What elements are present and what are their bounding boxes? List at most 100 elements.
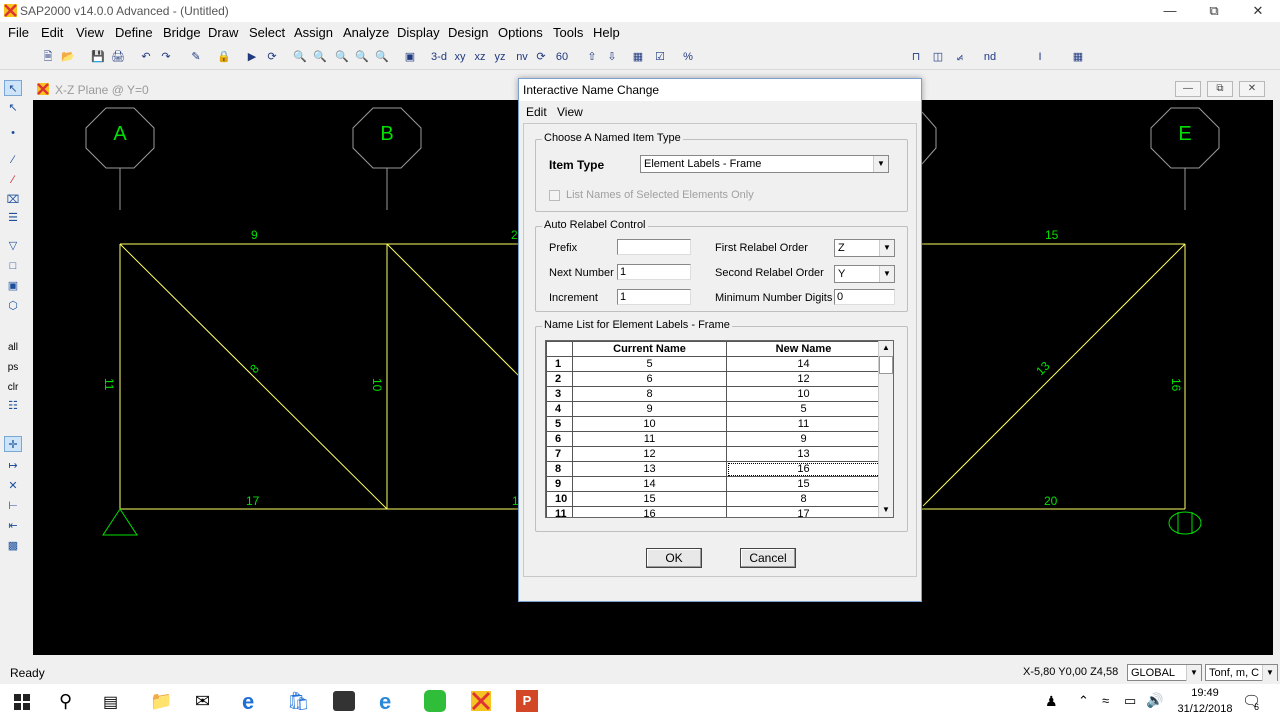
current-name-cell[interactable]: 15: [572, 491, 727, 507]
undo-icon[interactable]: ↶: [138, 48, 154, 66]
table-row[interactable]: 5 10 11: [546, 416, 881, 432]
menu-tools[interactable]: Tools: [553, 25, 583, 40]
menu-options[interactable]: Options: [498, 25, 543, 40]
current-name-cell[interactable]: 8: [572, 386, 727, 402]
menu-select[interactable]: Select: [249, 25, 285, 40]
view-nv-button[interactable]: nv: [514, 48, 530, 66]
internet-explorer-icon[interactable]: e: [379, 689, 391, 715]
child-minimize-button[interactable]: —: [1175, 81, 1201, 97]
pointer-icon[interactable]: ↖: [4, 80, 22, 96]
table-row[interactable]: 6 11 9: [546, 431, 881, 447]
refresh-icon[interactable]: ⟳: [264, 48, 280, 66]
current-name-cell[interactable]: 14: [572, 476, 727, 492]
scroll-up-icon[interactable]: ▲: [879, 341, 893, 355]
menu-design[interactable]: Design: [448, 25, 488, 40]
new-name-cell[interactable]: 14: [726, 356, 881, 372]
minimize-button[interactable]: —: [1148, 0, 1192, 22]
table-icon[interactable]: ▦: [1070, 48, 1086, 66]
first-relabel-order-dropdown[interactable]: Z ▼: [834, 239, 895, 257]
move-up-icon[interactable]: ⇧: [584, 48, 600, 66]
previous-select-button[interactable]: ps: [4, 360, 22, 376]
dialog-menu-edit[interactable]: Edit: [526, 105, 547, 119]
dialog-menu-view[interactable]: View: [557, 105, 583, 119]
percent-icon[interactable]: %: [680, 48, 696, 66]
show-hidden-icons-icon[interactable]: ⌃: [1078, 693, 1089, 709]
volume-icon[interactable]: 🔊: [1146, 692, 1163, 709]
menu-bridge[interactable]: Bridge: [163, 25, 201, 40]
row-number-cell[interactable]: 10: [546, 491, 573, 507]
zoom-window-icon[interactable]: 🔍: [292, 48, 308, 66]
current-name-cell[interactable]: 6: [572, 371, 727, 387]
prefix-input[interactable]: [617, 239, 691, 255]
child-restore-button[interactable]: ⧉: [1207, 81, 1233, 97]
new-name-cell[interactable]: 5: [726, 401, 881, 417]
new-name-cell[interactable]: 10: [726, 386, 881, 402]
file-explorer-icon[interactable]: 📁: [150, 691, 172, 712]
table-row[interactable]: 10 15 8: [546, 491, 881, 507]
table-row[interactable]: 3 8 10: [546, 386, 881, 402]
cancel-button[interactable]: Cancel: [740, 548, 796, 568]
save-icon[interactable]: 💾: [90, 48, 106, 66]
row-number-cell[interactable]: 11: [546, 506, 573, 517]
child-close-button[interactable]: ✕: [1239, 81, 1265, 97]
view-3d-button[interactable]: 3-d: [430, 48, 448, 66]
menu-help[interactable]: Help: [593, 25, 620, 40]
table-row[interactable]: 1 5 14: [546, 356, 881, 372]
run-analysis-icon[interactable]: ▶: [244, 48, 260, 66]
zoom-restore-icon[interactable]: 🔍: [312, 48, 328, 66]
table-row[interactable]: 8 13 16: [546, 461, 881, 477]
line-app-icon[interactable]: [424, 690, 446, 712]
edge-browser-icon[interactable]: e: [242, 689, 254, 715]
print-icon[interactable]: 🖨: [110, 48, 126, 66]
name-list-grid[interactable]: Current Name New Name 1 5 14 2 6 12 3 8 10 4 9 5 5 10…: [545, 340, 894, 518]
row-number-cell[interactable]: 7: [546, 446, 573, 462]
zoom-in-icon[interactable]: 🔍: [334, 48, 350, 66]
row-number-cell[interactable]: 8: [546, 461, 573, 477]
braced-frame-icon[interactable]: ⦯: [952, 48, 968, 66]
clock-date[interactable]: 31/12/2018: [1166, 703, 1244, 715]
frame-icon[interactable]: ⊓: [908, 48, 924, 66]
scroll-down-icon[interactable]: ▼: [879, 503, 893, 517]
snap-ends-icon[interactable]: ↦: [4, 458, 22, 474]
task-view-icon[interactable]: ▤: [103, 692, 118, 712]
rotate-view-icon[interactable]: ⟳: [533, 48, 549, 66]
mail-icon[interactable]: ✉: [195, 691, 210, 712]
quick-draw-frame-icon[interactable]: ∕: [4, 172, 22, 188]
menu-draw[interactable]: Draw: [208, 25, 238, 40]
row-number-cell[interactable]: 6: [546, 431, 573, 447]
table-row[interactable]: 9 14 15: [546, 476, 881, 492]
list-selected-only-checkbox[interactable]: [549, 190, 560, 201]
quick-draw-area-icon[interactable]: ▣: [4, 278, 22, 294]
nd-button[interactable]: nd: [980, 48, 1000, 66]
menu-define[interactable]: Define: [115, 25, 153, 40]
units-dropdown[interactable]: Tonf, m, C ▼: [1205, 664, 1278, 681]
zoom-out-icon[interactable]: 🔍: [354, 48, 370, 66]
draw-frame-icon[interactable]: ∕: [4, 152, 22, 168]
reshape-icon[interactable]: ↖: [4, 100, 22, 116]
current-name-cell[interactable]: 10: [572, 416, 727, 432]
zoom-previous-icon[interactable]: 🔍: [374, 48, 390, 66]
new-file-icon[interactable]: 🗎: [40, 48, 56, 66]
clear-select-button[interactable]: clr: [4, 380, 22, 396]
current-name-cell[interactable]: 12: [572, 446, 727, 462]
current-name-cell[interactable]: 16: [572, 506, 727, 517]
new-name-cell[interactable]: 16: [726, 461, 881, 477]
draw-solid-icon[interactable]: ⬡: [4, 298, 22, 314]
draw-rect-area-icon[interactable]: □: [4, 258, 22, 274]
column-header-new-name[interactable]: New Name: [726, 341, 881, 357]
next-number-input[interactable]: 1: [617, 264, 691, 280]
row-number-cell[interactable]: 9: [546, 476, 573, 492]
store-icon[interactable]: 🛍: [287, 691, 310, 712]
increment-input[interactable]: 1: [617, 289, 691, 305]
snap-grid-icon[interactable]: ▩: [4, 538, 22, 554]
select-all-button[interactable]: all: [4, 340, 22, 356]
menu-edit[interactable]: Edit: [41, 25, 63, 40]
current-name-cell[interactable]: 9: [572, 401, 727, 417]
table-row[interactable]: 495: [546, 401, 881, 417]
new-name-cell[interactable]: 15: [726, 476, 881, 492]
open-folder-icon[interactable]: 📂: [60, 48, 76, 66]
clock-time[interactable]: 19:49: [1180, 687, 1230, 699]
row-number-cell[interactable]: 2: [546, 371, 573, 387]
snap-intersection-icon[interactable]: ✕: [4, 478, 22, 494]
scroll-thumb[interactable]: [879, 356, 893, 374]
